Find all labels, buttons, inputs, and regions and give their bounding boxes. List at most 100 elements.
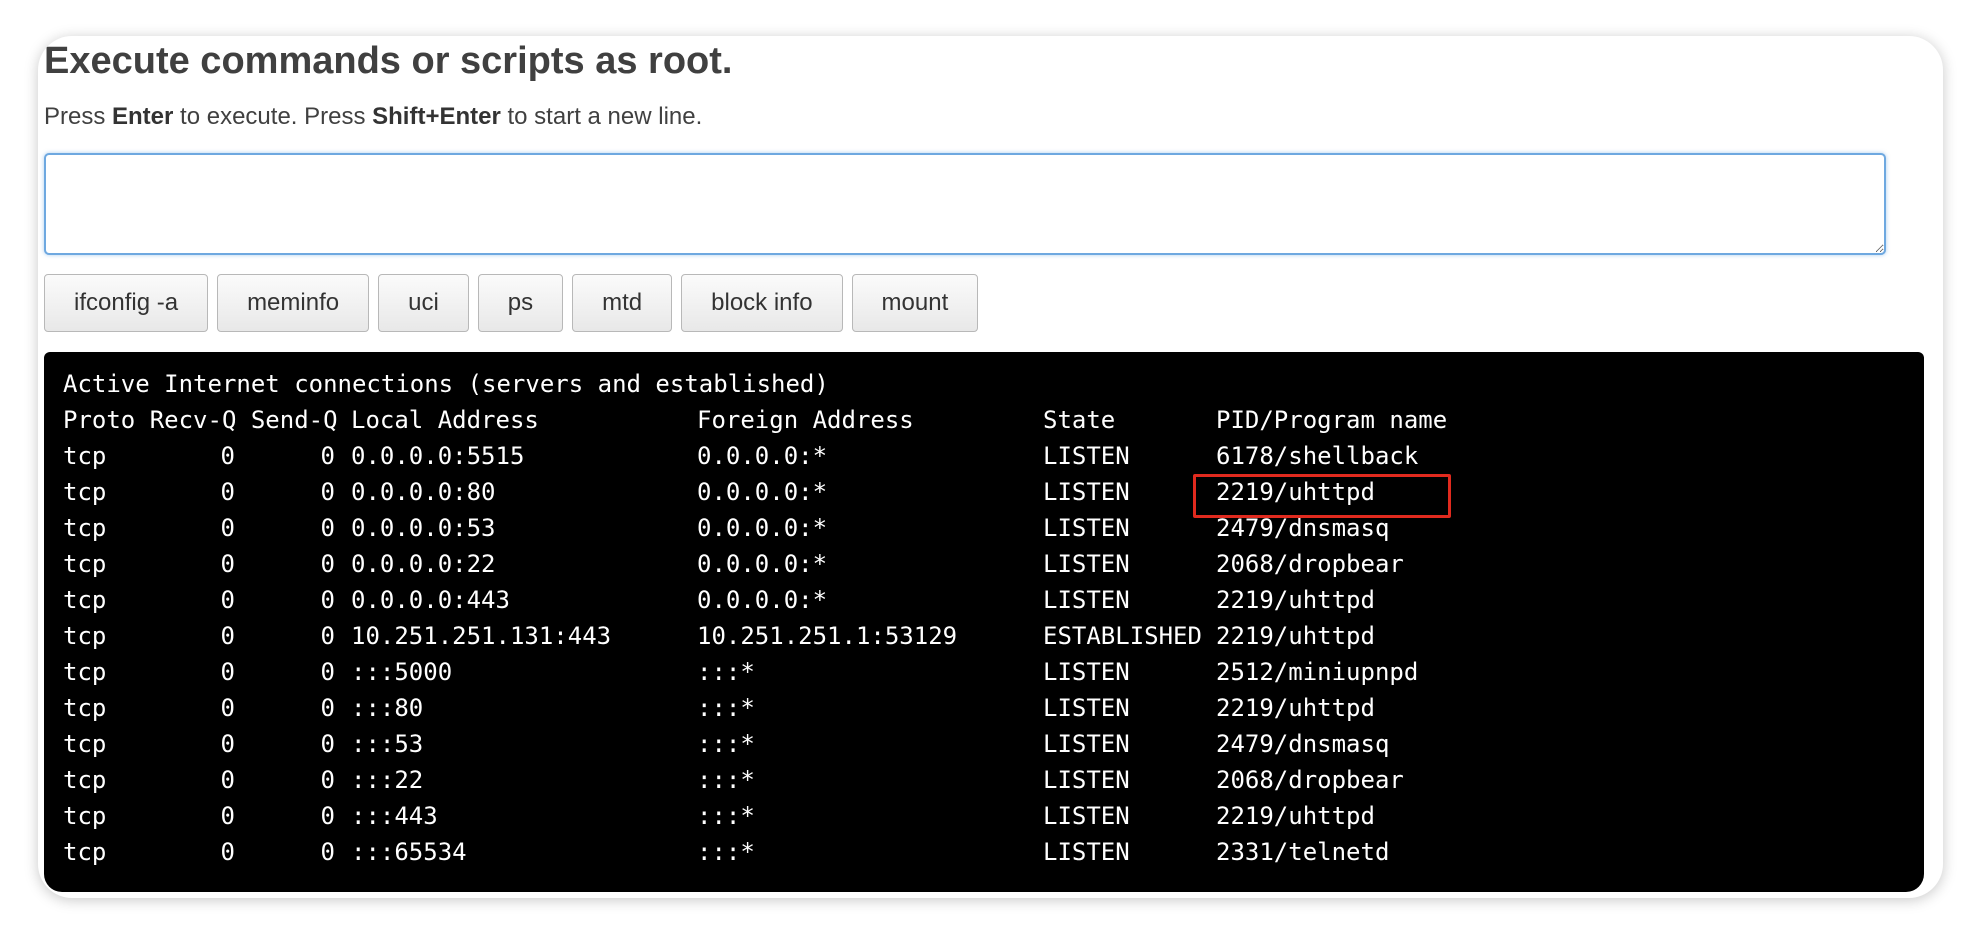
connection-row: tcp 0 0:::53:::* LISTEN 2479/dnsmasq [63,726,1924,762]
hint-text-3: to start a new line. [500,103,703,130]
cell-local-address: :::80 [351,694,424,722]
cell-state: LISTEN [1043,730,1130,758]
cell-recv-q: 0 [220,586,235,614]
cell-local-address: 0.0.0.0:53 [351,514,496,542]
cell-send-q: 0 [320,514,335,542]
cell-pid-program: 2068/dropbear [1216,766,1404,794]
mtd-button[interactable]: mtd [572,274,673,332]
cell-foreign-address: :::* [697,802,755,830]
cell-pid-program: 2219/uhttpd [1216,586,1375,614]
connection-row: tcp 0 0:::80:::* LISTEN 2219/uhttpd [63,690,1924,726]
cell-pid-program: 2331/telnetd [1216,838,1390,866]
cell-pid-program: 2219/uhttpd [1216,694,1375,722]
cell-local-address: 0.0.0.0:443 [351,586,510,614]
cell-proto: tcp [63,586,107,614]
connection-row: tcp 0 0:::22:::* LISTEN 2068/dropbear [63,762,1924,798]
hint-text-1: Press [44,103,113,130]
ifconfig-button[interactable]: ifconfig -a [44,274,209,332]
cell-proto: tcp [63,802,107,830]
cell-foreign-address: :::* [697,658,755,686]
header-foreign-address: Foreign Address [697,406,914,434]
page-card: Execute commands or scripts as root. Pre… [38,36,1943,898]
header-state: State [1043,406,1116,434]
cell-foreign-address: 0.0.0.0:* [697,442,828,470]
cell-proto: tcp [63,838,107,866]
cell-local-address: 0.0.0.0:22 [351,550,496,578]
cell-state: LISTEN [1043,838,1130,866]
cell-local-address: :::22 [351,766,424,794]
cell-proto: tcp [63,622,107,650]
cell-send-q: 0 [320,838,335,866]
ps-button[interactable]: ps [477,274,564,332]
cell-local-address: :::65534 [351,838,467,866]
cell-recv-q: 0 [220,622,235,650]
connection-row: tcp 0 0 0.0.0.0:53 0.0.0.0:* LISTEN 2479/dnsma… [63,510,1924,546]
cell-proto: tcp [63,442,107,470]
cell-state: LISTEN [1043,478,1130,506]
cell-send-q: 0 [320,442,335,470]
cell-foreign-address: 0.0.0.0:* [697,514,828,542]
cell-local-address: 0.0.0.0:5515 [351,442,525,470]
cell-foreign-address: 0.0.0.0:* [697,550,828,578]
cell-proto: tcp [63,550,107,578]
cell-recv-q: 0 [220,838,235,866]
block-info-button[interactable]: block info [681,274,843,332]
cell-foreign-address: 0.0.0.0:* [697,586,828,614]
terminal-output: Active Internet connections (servers and… [44,352,1924,892]
connection-row: tcp 0 0 0.0.0.0:80 0.0.0.0:* LISTEN 2219/uhttp… [63,474,1924,510]
connection-row: tcp 0 0:::65534:::* LISTEN 2331/telnetd [63,834,1924,870]
cell-state: LISTEN [1043,442,1130,470]
cell-recv-q: 0 [220,478,235,506]
cell-state: LISTEN [1043,550,1130,578]
cell-recv-q: 0 [220,550,235,578]
page-title: Execute commands or scripts as root. [44,40,733,82]
usage-hint: Press Enter to execute. Press Shift+Ente… [44,103,702,131]
cell-pid-program: 2068/dropbear [1216,550,1404,578]
cell-state: ESTABLISHED [1043,622,1202,650]
cell-foreign-address: :::* [697,766,755,794]
cell-proto: tcp [63,730,107,758]
cell-local-address: :::443 [351,802,438,830]
connection-row: tcp 0 0 0.0.0.0:5515 0.0.0.0:* LISTEN 6178/she… [63,438,1924,474]
header-local-address: Local Address [351,406,539,434]
cell-state: LISTEN [1043,514,1130,542]
cell-send-q: 0 [320,802,335,830]
cell-state: LISTEN [1043,694,1130,722]
cell-recv-q: 0 [220,730,235,758]
cell-proto: tcp [63,658,107,686]
mount-button[interactable]: mount [851,274,979,332]
terminal-title-line: Active Internet connections (servers and… [63,370,829,398]
cell-send-q: 0 [320,478,335,506]
cell-foreign-address: 10.251.251.1:53129 [697,622,958,650]
cell-send-q: 0 [320,694,335,722]
hint-text-2: to execute. Press [173,103,373,130]
cell-send-q: 0 [320,622,335,650]
cell-send-q: 0 [320,586,335,614]
cell-recv-q: 0 [220,694,235,722]
cell-pid-program: 2479/dnsmasq [1216,730,1390,758]
cell-state: LISTEN [1043,658,1130,686]
cell-send-q: 0 [320,730,335,758]
cell-local-address: 10.251.251.131:443 [351,622,612,650]
cell-pid-program: 2512/miniupnpd [1216,658,1419,686]
cell-foreign-address: :::* [697,694,755,722]
hint-key-shift-enter: Shift+Enter [372,103,501,130]
command-input[interactable] [44,153,1886,255]
cell-foreign-address: 0.0.0.0:* [697,478,828,506]
cell-state: LISTEN [1043,586,1130,614]
connection-row: tcp 0 0 0.0.0.0:22 0.0.0.0:* LISTEN 2068/dropb… [63,546,1924,582]
connection-rows: tcp 0 0 0.0.0.0:5515 0.0.0.0:* LISTEN 6178/she… [63,438,1924,870]
cell-proto: tcp [63,766,107,794]
cell-state: LISTEN [1043,802,1130,830]
connection-row: tcp 0 0:::443:::* LISTEN 2219/uhttpd [63,798,1924,834]
highlight-box [1193,474,1451,518]
uci-button[interactable]: uci [378,274,469,332]
hint-key-enter: Enter [112,103,174,130]
cell-recv-q: 0 [220,442,235,470]
meminfo-button[interactable]: meminfo [217,274,370,332]
connection-row: tcp 0 0:::5000:::* LISTEN 2512/miniupnpd [63,654,1924,690]
cell-proto: tcp [63,514,107,542]
header-pid-program: PID/Program name [1216,406,1448,434]
cell-pid-program: 2219/uhttpd [1216,622,1375,650]
cell-pid-program: 2219/uhttpd [1216,802,1375,830]
